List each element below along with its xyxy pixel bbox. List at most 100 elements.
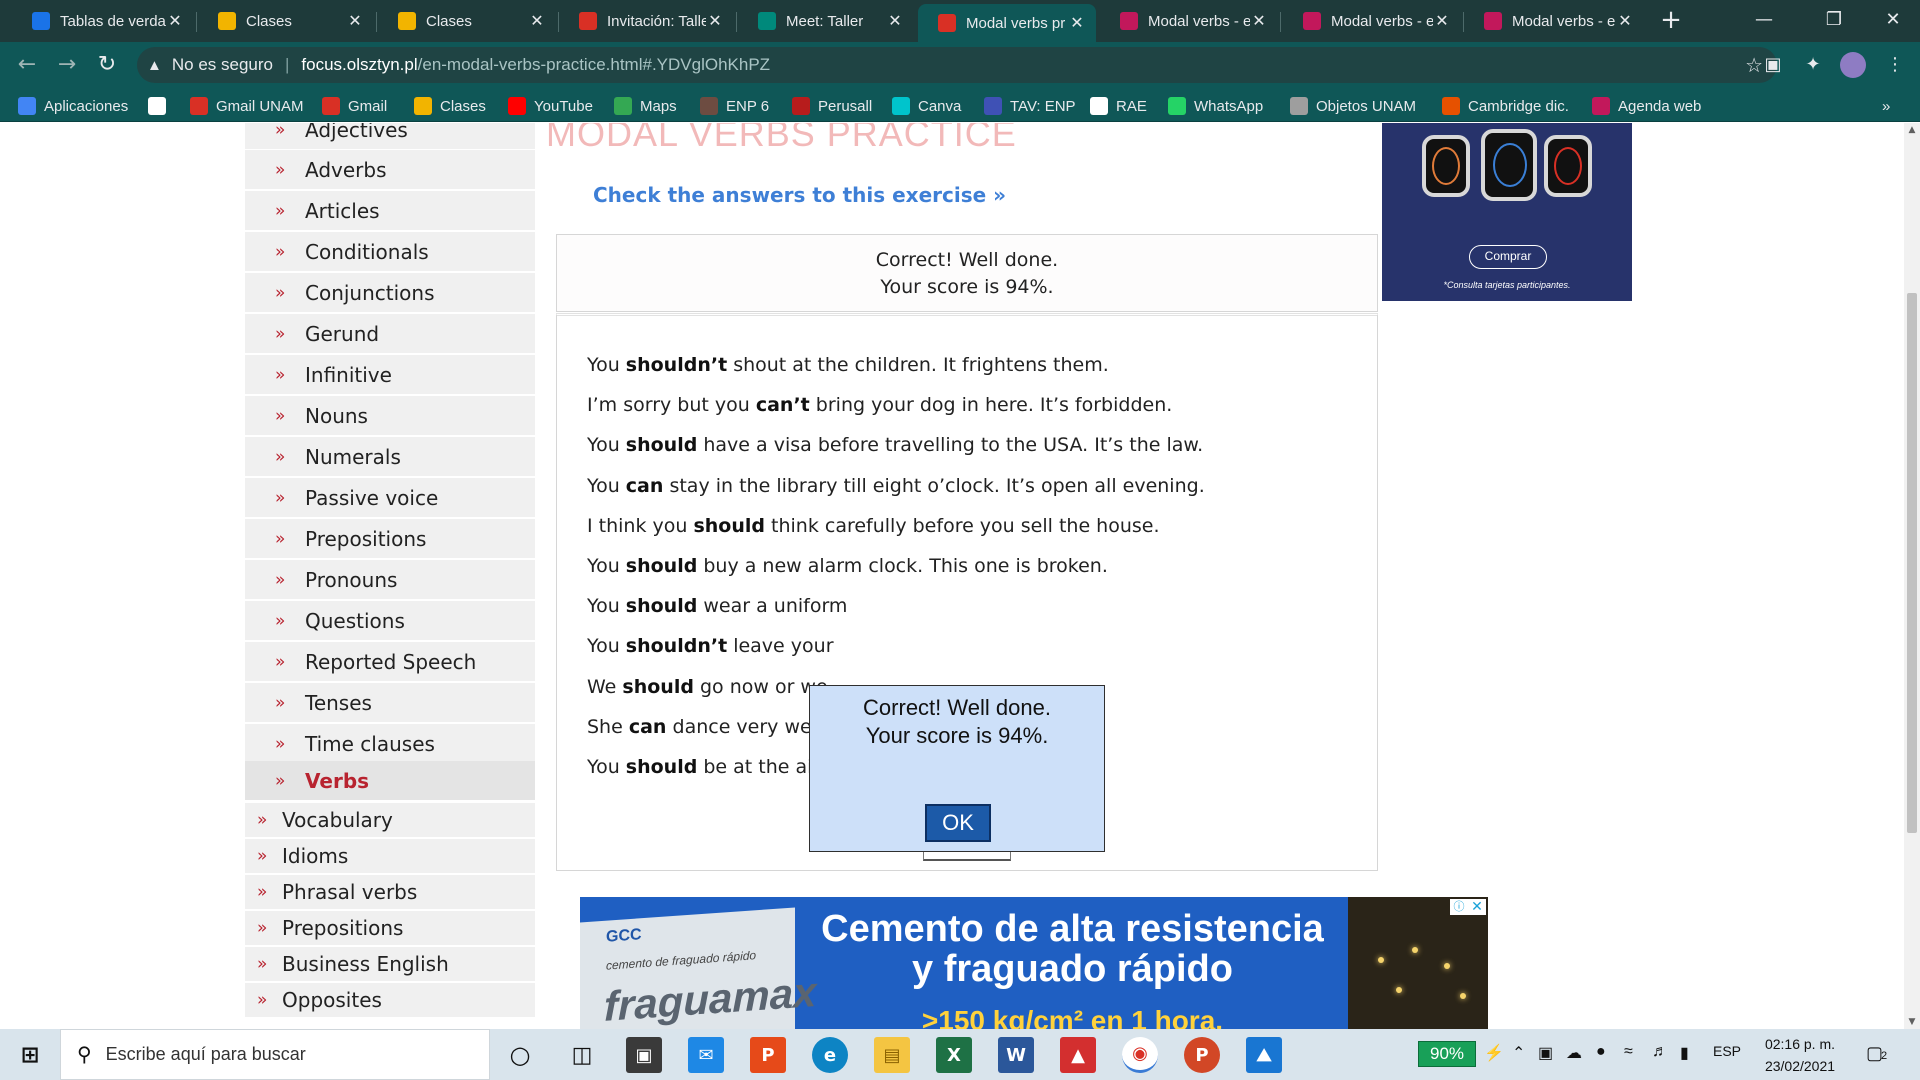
- modal-answer[interactable]: should: [626, 434, 698, 456]
- sidebar-section-phrasal-verbs[interactable]: » Phrasal verbs: [245, 875, 535, 910]
- modal-answer[interactable]: shouldn’t: [626, 635, 727, 657]
- mail-icon[interactable]: ✉: [688, 1037, 724, 1073]
- tab-close-icon[interactable]: ✕: [1616, 11, 1634, 31]
- sidebar-item-conditionals[interactable]: » Conditionals: [245, 232, 535, 272]
- address-bar[interactable]: ▲ No es seguro | focus.olsztyn.pl /en-mo…: [137, 47, 1777, 83]
- ad-close-icon[interactable]: ✕: [1468, 899, 1486, 915]
- sidebar-item-passive-voice[interactable]: » Passive voice: [245, 478, 535, 518]
- smartwatch-ad[interactable]: Comprar *Consulta tarjetas participantes…: [1382, 123, 1632, 301]
- tab-close-icon[interactable]: ✕: [528, 11, 546, 31]
- tab-close-icon[interactable]: ✕: [1433, 11, 1451, 31]
- sidebar-item-time-clauses[interactable]: » Time clauses: [245, 724, 535, 764]
- scroll-up-icon[interactable]: ▲: [1904, 125, 1920, 135]
- scrollbar-thumb[interactable]: [1907, 293, 1917, 833]
- tab-close-icon[interactable]: ✕: [706, 11, 724, 31]
- sidebar-item-questions[interactable]: » Questions: [245, 601, 535, 641]
- language-indicator[interactable]: ESP: [1713, 1043, 1741, 1059]
- battery-percent-badge[interactable]: 90%: [1418, 1041, 1476, 1067]
- modal-answer[interactable]: can: [629, 716, 667, 738]
- browser-tab[interactable]: Tablas de verda ✕: [12, 4, 194, 38]
- meet-now-icon[interactable]: ▣: [1538, 1043, 1553, 1063]
- bookmark-item[interactable]: RAE: [1090, 95, 1147, 117]
- powerpoint-alt-icon[interactable]: P: [750, 1037, 786, 1073]
- bookmark-item[interactable]: Canva: [892, 95, 961, 117]
- bookmark-item[interactable]: YouTube: [508, 95, 593, 117]
- battery-icon[interactable]: ▮: [1680, 1043, 1689, 1063]
- sidebar-item-tenses[interactable]: » Tenses: [245, 683, 535, 723]
- restore-icon[interactable]: ❐: [1807, 0, 1861, 40]
- modal-answer[interactable]: shouldn’t: [626, 354, 727, 376]
- sidebar-item-pronouns[interactable]: » Pronouns: [245, 560, 535, 600]
- browser-tab[interactable]: Meet: Taller ✕: [738, 4, 914, 38]
- browser-tab[interactable]: Modal verbs - e ✕: [1100, 4, 1278, 38]
- back-icon[interactable]: ←: [12, 50, 42, 80]
- modal-answer[interactable]: should: [693, 515, 765, 537]
- tab-close-icon[interactable]: ✕: [886, 11, 904, 31]
- bookmark-item[interactable]: Gmail UNAM: [190, 95, 304, 117]
- bookmark-item[interactable]: Aplicaciones: [18, 95, 128, 117]
- close-window-icon[interactable]: ✕: [1866, 0, 1920, 40]
- profile-avatar-icon[interactable]: [1840, 52, 1866, 78]
- extension-icon[interactable]: ▣: [1760, 52, 1786, 78]
- onedrive-icon[interactable]: ☁: [1566, 1043, 1582, 1063]
- bookmark-item[interactable]: Perusall: [792, 95, 872, 117]
- tray-expand-icon[interactable]: ⌃: [1512, 1043, 1525, 1063]
- more-bookmarks-icon[interactable]: »: [1882, 95, 1890, 117]
- taskbar-search[interactable]: ⚲ Escribe aquí para buscar: [60, 1029, 490, 1080]
- bookmark-item[interactable]: [148, 95, 174, 117]
- not-secure-warning-icon[interactable]: ▲: [147, 57, 162, 74]
- acrobat-icon[interactable]: ▲: [1060, 1037, 1096, 1073]
- excel-icon[interactable]: X: [936, 1037, 972, 1073]
- sidebar-item-nouns[interactable]: » Nouns: [245, 396, 535, 436]
- modal-answer[interactable]: can: [626, 475, 664, 497]
- bookmark-item[interactable]: Clases: [414, 95, 486, 117]
- adchoices-icon[interactable]: ⓘ: [1450, 899, 1468, 915]
- scroll-down-icon[interactable]: ▼: [1904, 1017, 1920, 1027]
- modal-answer[interactable]: should: [626, 756, 698, 778]
- browser-tab[interactable]: Modal verbs - e ✕: [1283, 4, 1461, 38]
- sidebar-item-conjunctions[interactable]: » Conjunctions: [245, 273, 535, 313]
- bookmark-item[interactable]: WhatsApp: [1168, 95, 1263, 117]
- tab-close-icon[interactable]: ✕: [346, 11, 364, 31]
- clock[interactable]: 02:16 p. m. 23/02/2021: [1760, 1033, 1840, 1077]
- modal-answer[interactable]: should: [626, 595, 698, 617]
- cortana-icon[interactable]: ○: [502, 1037, 538, 1073]
- sidebar-item-gerund[interactable]: » Gerund: [245, 314, 535, 354]
- notifications-icon[interactable]: ▢2: [1866, 1043, 1887, 1064]
- minimize-icon[interactable]: —: [1737, 0, 1791, 40]
- alert-ok-button[interactable]: OK: [925, 804, 991, 842]
- browser-tab[interactable]: Clases ✕: [198, 4, 374, 38]
- chrome-icon[interactable]: ◉: [1122, 1037, 1158, 1073]
- answers-link[interactable]: Check the answers to this exercise »: [593, 183, 1006, 207]
- reload-icon[interactable]: ↻: [92, 50, 122, 80]
- page-scrollbar[interactable]: ▲ ▼: [1904, 123, 1920, 1029]
- modal-answer[interactable]: should: [622, 676, 694, 698]
- file-explorer-icon[interactable]: ▤: [874, 1037, 910, 1073]
- sidebar-item-adverbs[interactable]: » Adverbs: [245, 150, 535, 190]
- bookmark-item[interactable]: Maps: [614, 95, 677, 117]
- new-tab-button[interactable]: +: [1656, 6, 1686, 36]
- word-icon[interactable]: W: [998, 1037, 1034, 1073]
- tab-close-icon[interactable]: ✕: [166, 11, 184, 31]
- powerpoint-icon[interactable]: P: [1184, 1037, 1220, 1073]
- sidebar-item-verbs[interactable]: » Verbs: [245, 761, 535, 801]
- battery-plug-icon[interactable]: ⚡: [1484, 1043, 1504, 1063]
- sidebar-section-prepositions[interactable]: » Prepositions: [245, 911, 535, 946]
- microphone-icon[interactable]: ●: [1596, 1043, 1606, 1061]
- browser-tab[interactable]: Invitación: Talle ✕: [559, 4, 734, 38]
- sidebar-section-business-english[interactable]: » Business English: [245, 947, 535, 982]
- bookmark-item[interactable]: Cambridge dic.: [1442, 95, 1569, 117]
- tab-close-icon[interactable]: ✕: [1250, 11, 1268, 31]
- tab-close-icon[interactable]: ✕: [1068, 13, 1086, 33]
- menu-kebab-icon[interactable]: ⋮: [1882, 52, 1908, 78]
- browser-tab[interactable]: Modal verbs - e ✕: [1464, 4, 1644, 38]
- sidebar-item-adjectives[interactable]: » Adjectives: [245, 123, 535, 150]
- sidebar-item-prepositions[interactable]: » Prepositions: [245, 519, 535, 559]
- volume-icon[interactable]: ♬: [1652, 1043, 1668, 1061]
- sidebar-section-idioms[interactable]: » Idioms: [245, 839, 535, 874]
- modal-answer[interactable]: can’t: [756, 394, 810, 416]
- sidebar-section-opposites[interactable]: » Opposites: [245, 983, 535, 1018]
- store-icon[interactable]: ▣: [626, 1037, 662, 1073]
- bookmark-item[interactable]: TAV: ENP: [984, 95, 1076, 117]
- bookmark-item[interactable]: ENP 6: [700, 95, 769, 117]
